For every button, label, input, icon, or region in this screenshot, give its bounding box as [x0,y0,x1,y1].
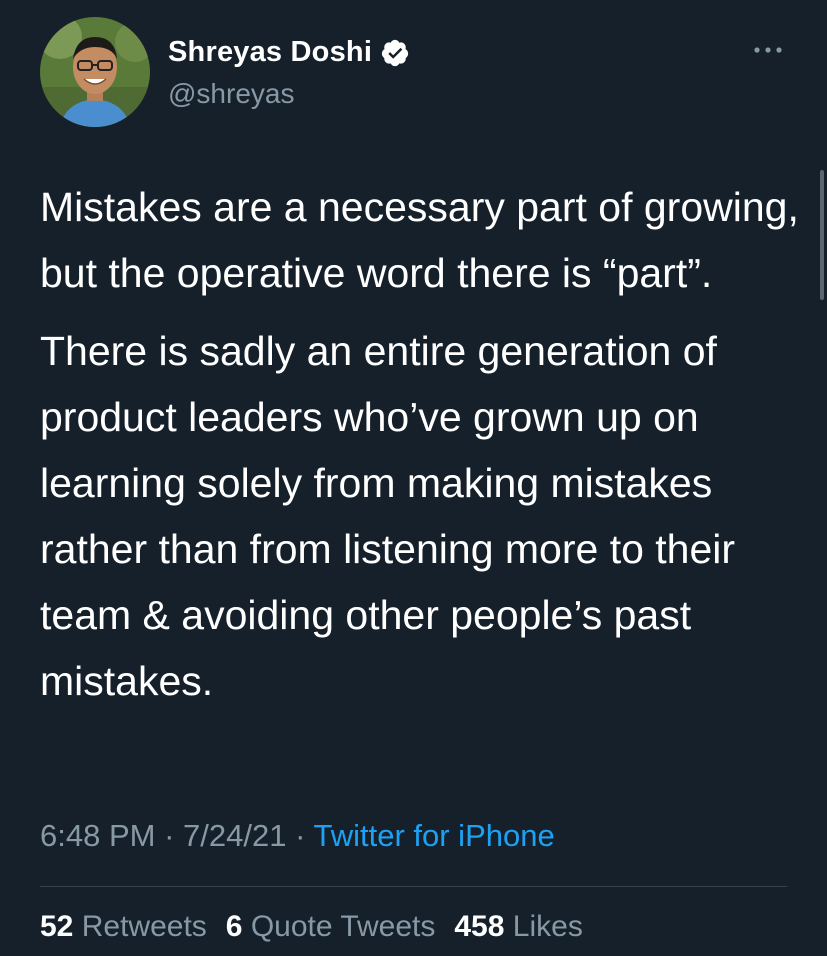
avatar-photo [40,17,150,127]
avatar[interactable] [40,17,150,127]
scrollbar[interactable] [820,170,824,300]
quote-tweets-count: 6 [225,910,243,943]
likes-stat[interactable]: 458 Likes [454,910,582,944]
tweet-detail: Shreyas Doshi @shreyas Mistakes are a ne… [0,0,827,956]
tweet-source-link[interactable]: Twitter for iPhone [313,818,554,853]
verified-badge-icon [380,38,410,68]
quote-tweets-stat[interactable]: 6 Quote Tweets [226,910,436,944]
divider [40,886,787,887]
likes-count: 458 [454,910,505,943]
tweet-date[interactable]: 7/24/21 [183,818,286,853]
meta-separator: · [164,818,175,853]
retweets-label: Retweets [81,910,207,943]
retweets-stat[interactable]: 52 Retweets [40,910,207,944]
tweet-metadata: 6:48 PM · 7/24/21 · Twitter for iPhone [40,818,555,854]
likes-label: Likes [512,910,583,943]
retweets-count: 52 [40,910,74,943]
quote-tweets-label: Quote Tweets [250,910,436,943]
tweet-text: Mistakes are a necessary part of growing… [40,174,800,714]
engagement-stats: 52 Retweets 6 Quote Tweets 458 Likes [40,910,583,944]
tweet-paragraph: Mistakes are a necessary part of growing… [40,184,799,296]
tweet-paragraph: There is sadly an entire generation of p… [40,328,736,704]
author-name-row: Shreyas Doshi [168,36,410,69]
tweet-time[interactable]: 6:48 PM [40,818,155,853]
author-handle[interactable]: @shreyas [168,78,294,110]
author-display-name[interactable]: Shreyas Doshi [168,36,372,69]
meta-separator: · [295,818,306,853]
more-options-icon[interactable] [751,40,785,60]
